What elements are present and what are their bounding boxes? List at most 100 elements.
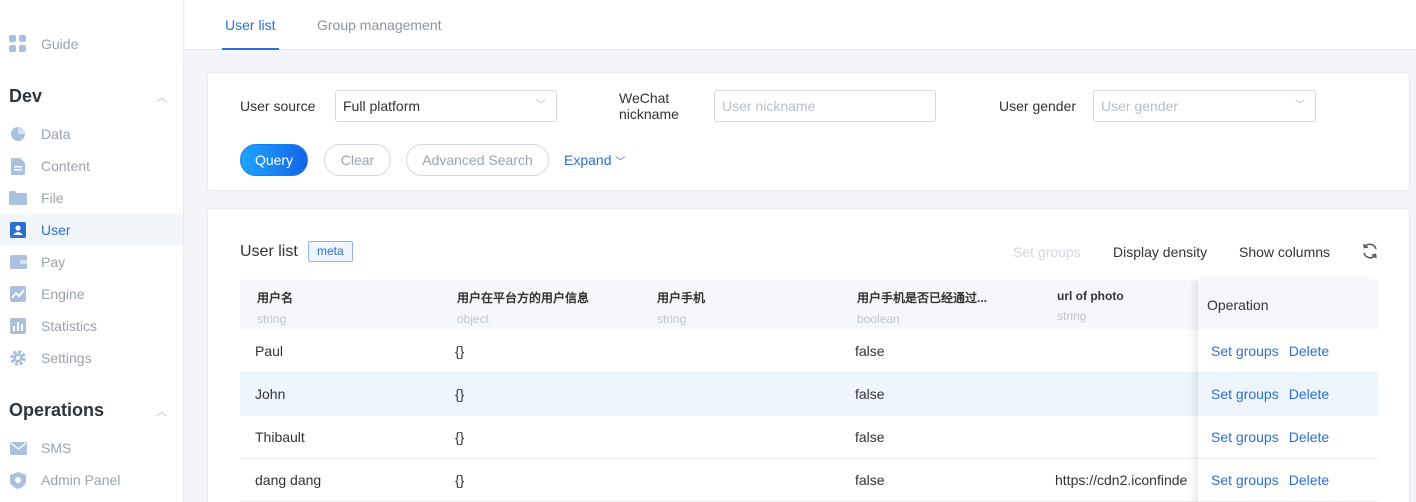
tab-group-management[interactable]: Group management (317, 0, 442, 50)
column-type: string (1057, 309, 1087, 323)
tab-user-list[interactable]: User list (222, 0, 279, 50)
delete-link[interactable]: Delete (1289, 386, 1329, 402)
column-header[interactable]: url of photo string (1057, 289, 1124, 323)
chevron-up-icon: ︿ (156, 405, 167, 418)
sidebar-item-label: File (41, 190, 64, 206)
operation-column: Operation Set groups Delete Set groups Del… (1198, 280, 1378, 502)
operation-header: Operation (1198, 280, 1378, 330)
user-source-select[interactable]: Full platform ﹀ (335, 90, 557, 122)
folder-icon (9, 189, 27, 207)
sidebar-item-engine[interactable]: Engine (0, 278, 183, 310)
column-name: 用户名 (257, 291, 294, 305)
cell-username: dang dang (255, 472, 322, 488)
sidebar-item-pay[interactable]: Pay (0, 246, 183, 278)
sidebar-item-guide[interactable]: Guide (0, 28, 183, 60)
group-operations[interactable]: Operations ︿ (9, 400, 175, 421)
sidebar-item-label: SMS (41, 440, 72, 456)
column-header[interactable]: 用户在平台方的用户信息 object (457, 289, 589, 326)
column-type: string (657, 312, 687, 326)
operation-cell: Set groups Delete (1198, 459, 1378, 502)
sidebar-item-sms[interactable]: SMS (0, 432, 183, 464)
sidebar-item-file[interactable]: File (0, 182, 183, 214)
column-name: 用户手机是否已经通过... (857, 291, 988, 305)
document-icon (9, 157, 27, 175)
operation-cell: Set groups Delete (1198, 373, 1378, 416)
label-line: nickname (619, 106, 679, 122)
set-groups-link[interactable]: Set groups (1211, 472, 1279, 488)
sidebar-item-label: Engine (41, 286, 85, 302)
pie-chart-icon (9, 125, 27, 143)
trend-icon (9, 285, 27, 303)
sidebar-item-user[interactable]: User (0, 214, 183, 246)
tab-bar: User list Group management (185, 0, 1416, 50)
user-gender-label: User gender (999, 98, 1077, 114)
cell-info: {} (455, 386, 465, 402)
cell-info: {} (455, 343, 465, 359)
show-columns-button[interactable]: Show columns (1239, 244, 1330, 260)
sidebar: Guide Dev ︿ Data Content File User Pay E… (0, 0, 184, 502)
sidebar-item-label: User (41, 222, 71, 238)
column-name: 用户在平台方的用户信息 (457, 291, 590, 305)
sidebar-item-settings[interactable]: Settings (0, 342, 183, 374)
grid-icon (9, 35, 27, 53)
sidebar-item-content[interactable]: Content (0, 150, 183, 182)
sidebar-item-label: Content (41, 158, 91, 174)
column-type: boolean (857, 312, 900, 326)
column-header[interactable]: 用户手机是否已经通过... boolean (857, 289, 987, 326)
column-name: url of photo (1057, 289, 1124, 303)
user-source-value: Full platform (343, 98, 421, 114)
advanced-search-button[interactable]: Advanced Search (406, 144, 549, 176)
sidebar-item-label: Admin Panel (41, 472, 121, 488)
wallet-icon (9, 253, 27, 271)
group-title: Operations (9, 400, 105, 420)
expand-label: Expand (564, 152, 612, 168)
column-header[interactable]: 用户手机 string (657, 289, 705, 326)
operation-cell: Set groups Delete (1198, 330, 1378, 373)
cell-photo (1055, 373, 1195, 416)
shield-icon (9, 471, 27, 489)
cell-username: John (255, 386, 286, 402)
list-title: User list (240, 243, 298, 260)
column-header[interactable]: 用户名 string (257, 289, 293, 326)
sidebar-item-data[interactable]: Data (0, 118, 183, 150)
bar-chart-icon (9, 317, 27, 335)
set-groups-link[interactable]: Set groups (1211, 343, 1279, 359)
cell-photo (1055, 330, 1195, 373)
user-source-label: User source (240, 98, 316, 114)
label-line: WeChat (619, 90, 670, 106)
refresh-icon[interactable] (1361, 242, 1379, 263)
delete-link[interactable]: Delete (1289, 472, 1329, 488)
group-dev[interactable]: Dev ︿ (9, 86, 175, 107)
clear-button[interactable]: Clear (324, 144, 391, 176)
chevron-down-icon: ﹀ (615, 157, 626, 168)
sidebar-item-label: Guide (41, 36, 79, 52)
chevron-down-icon: ﹀ (536, 100, 546, 111)
sidebar-item-label: Pay (41, 254, 66, 270)
user-gender-select[interactable]: User gender ﹀ (1093, 90, 1316, 122)
group-title: Dev (9, 86, 43, 106)
mail-icon (9, 439, 27, 457)
sidebar-item-statistics[interactable]: Statistics (0, 310, 183, 342)
expand-button[interactable]: Expand ﹀ (564, 152, 625, 168)
user-card-icon (9, 221, 27, 239)
cell-verified: false (855, 472, 885, 488)
gear-icon (9, 349, 27, 367)
wechat-nickname-label: WeChat nickname (619, 90, 679, 122)
cell-username: Thibault (255, 429, 305, 445)
set-groups-button[interactable]: Set groups (1013, 244, 1081, 260)
sidebar-item-label: Data (41, 126, 71, 142)
column-type: string (257, 312, 287, 326)
set-groups-link[interactable]: Set groups (1211, 386, 1279, 402)
sidebar-item-admin-panel[interactable]: Admin Panel (0, 464, 183, 496)
nickname-input[interactable]: User nickname (714, 90, 936, 122)
set-groups-link[interactable]: Set groups (1211, 429, 1279, 445)
delete-link[interactable]: Delete (1289, 343, 1329, 359)
display-density-button[interactable]: Display density (1113, 244, 1207, 260)
nickname-placeholder: User nickname (722, 98, 816, 114)
delete-link[interactable]: Delete (1289, 429, 1329, 445)
column-name: 用户手机 (657, 291, 706, 305)
cell-info: {} (455, 429, 465, 445)
query-button[interactable]: Query (240, 144, 308, 176)
chevron-down-icon: ﹀ (1295, 100, 1305, 111)
sidebar-item-label: Statistics (41, 318, 98, 334)
